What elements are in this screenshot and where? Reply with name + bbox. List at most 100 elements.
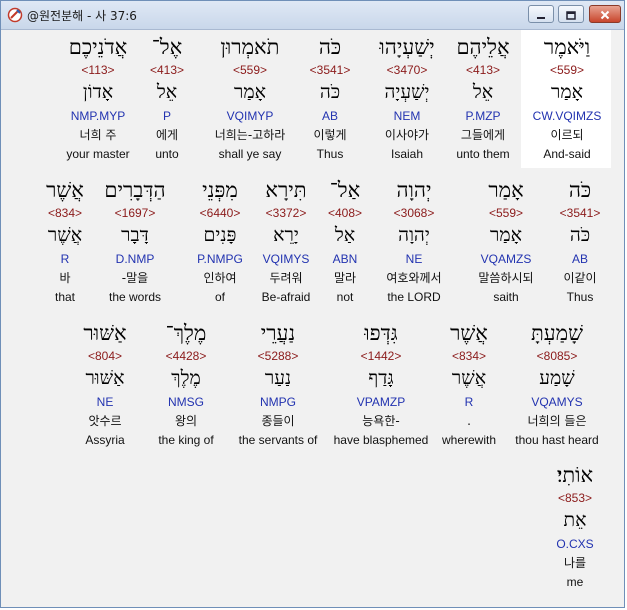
korean-gloss: 이사야가 [384,128,430,142]
english-gloss: unto them [456,147,510,161]
korean-gloss: 앗수르 [88,414,122,428]
english-gloss: Thus [566,290,594,304]
hebrew-root: שָׁמַע [539,367,575,389]
morphology-code: NMSG [168,395,204,409]
word-column[interactable]: יְהוָה <3068> יְהוָה NE 여호와께서 the LORD [372,173,456,311]
morphology-code: NMPG [260,395,296,409]
interlinear-window: @원전분해 - 사 37:6 וַיֹּאמֶר <559> אָמַר CW.VQI… [0,0,625,608]
morphology-code: AB [321,109,338,123]
morphology-code: P.MZP [465,109,501,123]
strong-number: <559> [549,63,585,77]
hebrew-word: גִּדְּפוּ [364,321,398,345]
hebrew-root: אָמַר [234,81,266,103]
strong-number: <3372> [265,206,307,220]
korean-gloss: 에게 [155,128,179,142]
hebrew-root: יְהוָה [398,224,430,246]
strong-number: <6440> [199,206,241,220]
morphology-code: CW.VQIMZS [532,109,602,123]
morphology-code: O.CXS [556,537,594,551]
minimize-button[interactable] [528,5,554,23]
strong-number: <5288> [257,349,299,363]
hebrew-root: אֲשֶׁר [47,224,83,246]
hebrew-root: נַעַר [264,367,292,389]
hebrew-word: אַל־ [329,178,361,202]
hebrew-root: כֹּה [319,81,341,103]
korean-gloss: 인하여 [203,271,237,285]
hebrew-root: אָמַר [551,81,583,103]
hebrew-word: אֶל־ [151,35,183,59]
close-button[interactable] [589,5,621,23]
hebrew-word: אוֹתִי׃ [556,463,594,487]
english-gloss: that [54,290,75,304]
morphology-code: NMP.MYP [70,109,126,123]
strong-number: <3541> [559,206,601,220]
english-gloss: the king of [158,433,214,447]
english-gloss: have blasphemed [333,433,429,447]
korean-gloss: 바 [59,271,71,285]
hebrew-word: וַיֹּאמֶר [543,35,591,59]
strong-number: <559> [488,206,524,220]
word-column[interactable]: אֲשֶׁר <834> אֲשֶׁר R 바 that [35,173,95,311]
word-column[interactable]: כֹּה <3541> כֹּה AB 이같이 Thus [550,173,610,311]
hebrew-root: פָּנִים [203,224,237,246]
strong-number: <853> [557,491,593,505]
hebrew-root: אָמַר [490,224,522,246]
english-gloss: Thus [316,147,344,161]
hebrew-root: אֵת [563,509,587,531]
hebrew-word: יְשַׁעְיָהוּ [379,35,435,59]
word-column[interactable]: מִפְּנֵי <6440> פָּנִים P.NMPG 인하여 of [187,173,253,311]
korean-gloss: 이르되 [550,128,584,142]
english-gloss: Assyria [85,433,125,447]
hebrew-word: תִּירָא [265,178,307,202]
maximize-button[interactable] [558,5,584,23]
word-column[interactable]: הַדְּבָרִים <1697> דָּבָר D.NMP -말을 the words [90,173,180,311]
english-gloss: the words [108,290,162,304]
word-column[interactable]: וַיֹּאמֶר <559> אָמַר CW.VQIMZS 이르되 And-said [523,30,611,168]
korean-gloss: 이같이 [563,271,597,285]
window-title: @원전분해 - 사 37:6 [27,9,137,23]
word-column[interactable]: יְשַׁעְיָהוּ <3470> יְשַׁעְיָה NEM 이사야가 Isaia… [369,30,445,168]
title-bar[interactable]: @원전분해 - 사 37:6 [1,1,624,30]
korean-gloss: 너희의 들은 [527,414,587,428]
word-column[interactable]: גִּדְּפוּ <1442> גָּדַף VPAMZP 능욕한-have blas… [326,316,436,454]
english-gloss: thou hast heard [515,433,599,447]
word-column[interactable]: אֲלֵיהֶם <413> אֵל P.MZP 그들에게 unto them [443,30,523,168]
word-column[interactable]: אוֹתִי׃ <853> אֵת O.CXS 나를 me [535,458,615,596]
word-column[interactable]: אֲדֹנֵיכֶם <113> אָדוֹן NMP.MYP 너희 주 your mas… [55,30,141,168]
hebrew-root: אֵל [472,81,494,103]
hebrew-root: אֵל [156,81,178,103]
word-column[interactable]: מֶלֶךְ־ <4428> מֶלֶךְ NMSG 왕의 the king of [150,316,222,454]
word-column[interactable]: אַל־ <408> אַל ABN 말라 not [320,173,370,311]
hebrew-word: מֶלֶךְ־ [165,321,207,345]
word-column[interactable]: תֹאמְרוּן <559> אָמַר VQIMYP 너희는-고하라 shall ye… [200,30,300,168]
maximize-icon [566,5,576,24]
morphology-code: P [162,109,171,123]
close-icon [600,5,610,24]
korean-gloss: 능욕한- [362,414,400,428]
morphology-code: P.NMPG [197,252,243,266]
word-column[interactable]: אֶל־ <413> אֵל P 에게 unto [147,30,187,168]
word-column[interactable]: נַעֲרֵי <5288> נַעַר NMPG 종들이 the servants of [228,316,328,454]
hebrew-root: יְשַׁעְיָה [384,81,430,103]
interlinear-content: וַיֹּאמֶר <559> אָמַר CW.VQIMZS 이르되 And-said א… [2,30,624,607]
word-column[interactable]: כֹּה <3541> כֹּה AB 이렇게 Thus [300,30,360,168]
morphology-code: R [464,395,474,409]
word-column[interactable]: תִּירָא <3372> יָרֵא VQIMYS 두려워 Be-afraid [253,173,319,311]
word-column[interactable]: אַשּׁוּר <804> אַשּׁוּר NE 앗수르 Assyria [70,316,140,454]
hebrew-word: כֹּה [568,178,592,202]
korean-gloss: 두려워 [269,271,303,285]
strong-number: <413> [149,63,185,77]
hebrew-word: תֹאמְרוּן [220,35,280,59]
word-column[interactable]: שָׁמַעְתָּ <8085> שָׁמַע VQAMYS 너희의 들은 thou h… [507,316,607,454]
strong-number: <834> [47,206,83,220]
hebrew-word: הַדְּבָרִים [104,178,166,202]
morphology-code: VQAMYS [531,395,583,409]
word-column[interactable]: אָמַר <559> אָמַר VQAMZS 말씀하시되 saith [463,173,549,311]
hebrew-word: אָמַר [488,178,524,202]
english-gloss: me [566,575,584,589]
hebrew-root: אַל [334,224,356,246]
english-gloss: your master [66,147,130,161]
morphology-code: ABN [332,252,358,266]
word-column[interactable]: אֲשֶׁר <834> אֲשֶׁר R. wherewith [429,316,509,454]
hebrew-word: אַשּׁוּר [83,321,127,345]
